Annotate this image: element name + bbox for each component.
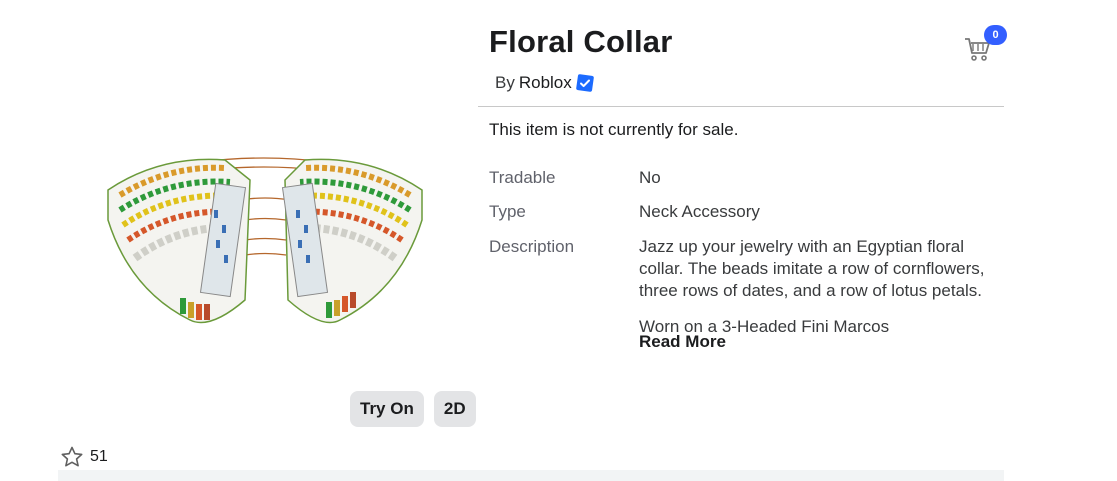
sale-status-note: This item is not currently for sale. [489, 120, 739, 139]
verified-badge-icon [575, 74, 594, 92]
by-prefix: By [495, 73, 515, 92]
bottom-bar [58, 470, 1004, 481]
item-title: Floral Collar [489, 24, 673, 59]
read-more-button[interactable]: Read More [639, 332, 726, 352]
type-label: Type [489, 202, 526, 221]
cart-count-badge: 0 [984, 25, 1007, 45]
description-label: Description [489, 237, 575, 256]
description-text: Jazz up your jewelry with an Egyptian fl… [639, 236, 1007, 334]
favorite-count: 51 [90, 448, 108, 465]
header-divider [478, 106, 1004, 107]
description-paragraph: Jazz up your jewelry with an Egyptian fl… [639, 237, 985, 300]
star-icon[interactable] [60, 445, 84, 469]
tradable-label: Tradable [489, 168, 556, 187]
creator-link[interactable]: Roblox [519, 73, 572, 93]
favorite-control[interactable]: 51 [60, 445, 108, 469]
creator-byline: By Roblox [495, 73, 594, 93]
preview-actions: Try On 2D [350, 391, 476, 427]
try-on-button[interactable]: Try On [350, 391, 424, 427]
view-2d-button[interactable]: 2D [433, 391, 476, 427]
item-thumbnail [90, 140, 440, 350]
type-value: Neck Accessory [639, 202, 760, 221]
tradable-value: No [639, 168, 661, 187]
